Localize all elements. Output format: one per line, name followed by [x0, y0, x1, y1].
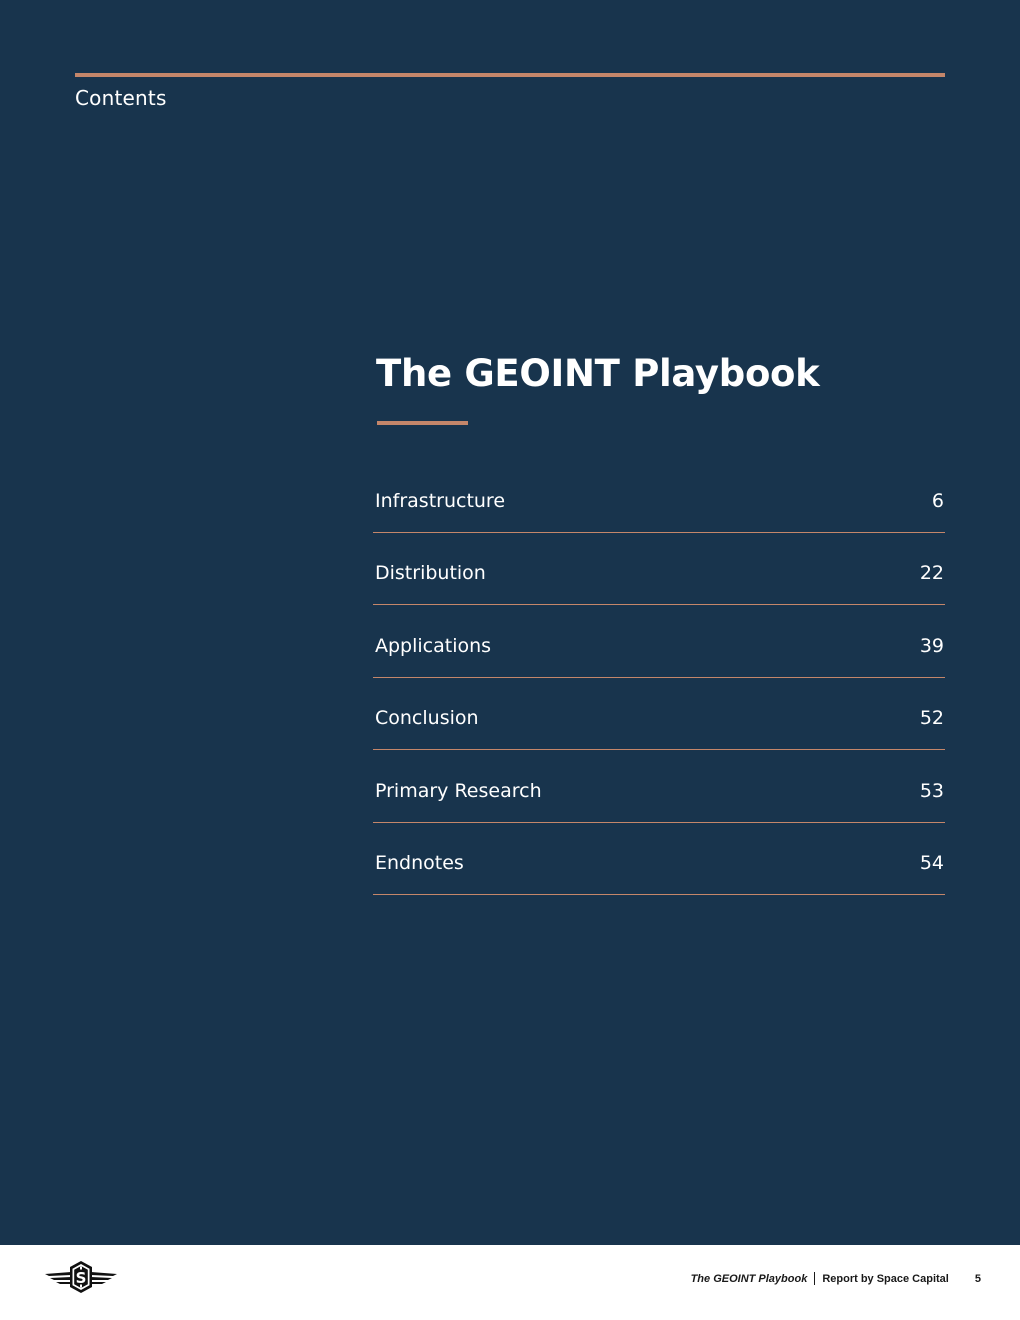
toc-item-label: Infrastructure [375, 490, 506, 512]
toc-item-page: 52 [919, 707, 944, 730]
toc-item-conclusion[interactable]: Conclusion 52 [373, 679, 945, 751]
toc-item-infrastructure[interactable]: Infrastructure 6 [373, 462, 945, 533]
toc-item-page: 54 [919, 851, 944, 874]
toc-item-label: Conclusion [375, 707, 479, 730]
toc-item-distribution[interactable]: Distribution 22 [373, 534, 945, 606]
section-label: Contents [75, 86, 167, 110]
contents-panel: Contents The GEOINT Playbook Infrastruct… [0, 0, 1020, 1245]
winged-s-logo-icon: S [44, 1258, 118, 1296]
toc-item-page: 22 [919, 562, 944, 585]
footer: The GEOINT Playbook Report by Space Capi… [691, 1272, 981, 1285]
toc-item-label: Applications [375, 634, 492, 657]
table-of-contents: Infrastructure 6 Distribution 22 Applica… [373, 462, 945, 896]
footer-report-by: Report by Space Capital [822, 1272, 949, 1285]
footer-separator [814, 1272, 816, 1285]
footer-page-number: 5 [974, 1272, 981, 1285]
svg-text:S: S [76, 1269, 87, 1287]
toc-item-page: 39 [919, 634, 944, 657]
toc-item-page: 6 [931, 490, 944, 512]
toc-item-endnotes[interactable]: Endnotes 54 [373, 824, 945, 895]
toc-item-label: Endnotes [375, 851, 464, 874]
title-underline [377, 421, 468, 425]
toc-item-label: Distribution [375, 562, 486, 585]
toc-item-page: 53 [919, 779, 944, 802]
footer-doc-title: The GEOINT Playbook [690, 1272, 808, 1285]
toc-item-primary-research[interactable]: Primary Research 53 [373, 752, 945, 823]
toc-item-applications[interactable]: Applications 39 [373, 607, 945, 678]
toc-item-label: Primary Research [375, 779, 542, 802]
top-divider [75, 73, 945, 77]
page-title: The GEOINT Playbook [376, 352, 820, 395]
